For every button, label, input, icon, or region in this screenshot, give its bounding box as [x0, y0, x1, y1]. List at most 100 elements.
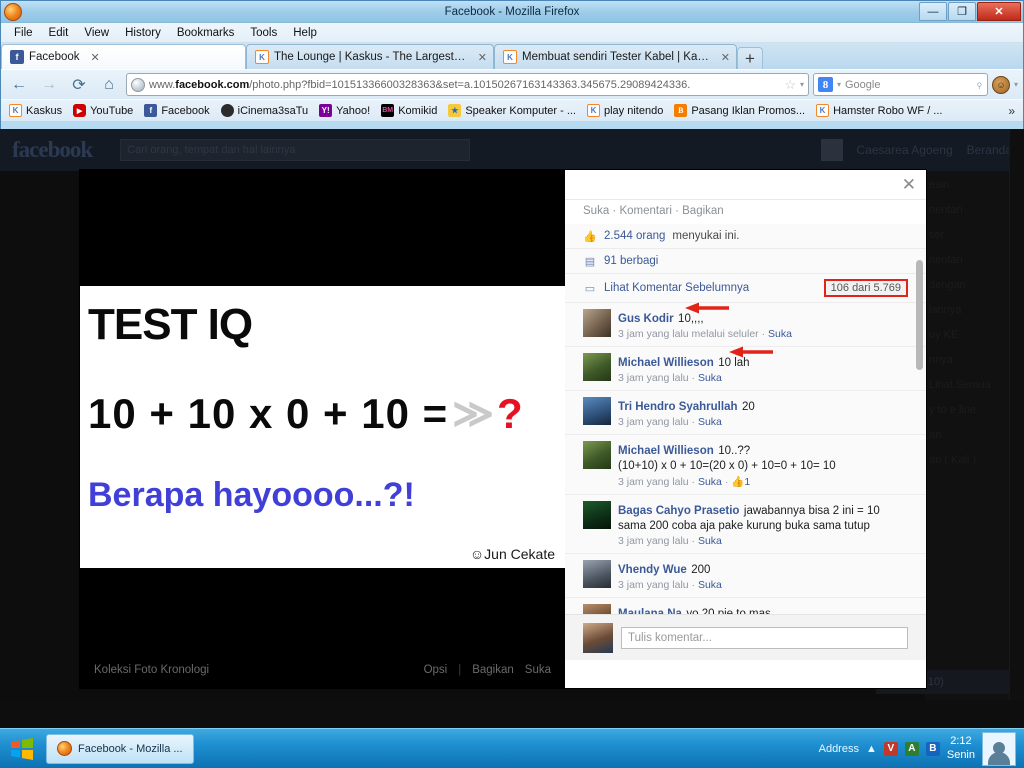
identity-avatar-icon[interactable]: ☺ — [991, 75, 1010, 94]
facebook-search-input[interactable]: Cari orang, tempat dan hal lainnya — [120, 139, 471, 161]
toolbar-overflow-icon[interactable]: ▾ — [1014, 80, 1018, 89]
bookmark-icinema3satu[interactable]: iCinema3saTu — [217, 103, 313, 118]
user-avatar-tile[interactable] — [982, 731, 1016, 766]
avatar[interactable] — [583, 500, 611, 529]
new-tab-button[interactable]: + — [737, 47, 763, 69]
search-input[interactable]: Google — [845, 79, 972, 91]
taskbar-clock[interactable]: 2:12 Senin — [947, 735, 975, 763]
likes-count-row[interactable]: 👍 2.544 orang menyukai ini. — [565, 224, 926, 249]
avatar[interactable] — [583, 353, 611, 381]
meta-dot: · — [691, 372, 696, 384]
page-scrollbar[interactable] — [1009, 129, 1024, 700]
forward-arrow-icon[interactable]: → — [36, 73, 62, 97]
facebook-favicon-icon: f — [10, 50, 24, 64]
comments-scrollbar-thumb[interactable] — [916, 260, 923, 370]
facebook-user-name[interactable]: Caesarea Agoeng — [857, 143, 953, 157]
start-button[interactable] — [4, 732, 40, 766]
browser-viewport: facebook Cari orang, tempat dan hal lain… — [0, 129, 1024, 700]
comment-author-name[interactable]: Tri Hendro Syahrullah — [618, 401, 738, 413]
google-icon[interactable]: 8 — [817, 77, 833, 92]
comment-compose-row: Tulis komentar... — [565, 614, 926, 660]
bookmark-star-icon[interactable]: ☆ — [784, 77, 796, 93]
tab-kaskus-tester-kabel[interactable]: K Membuat sendiri Tester Kabel | Kaskus … — [494, 44, 737, 69]
bookmarks-overflow-icon[interactable]: » — [1008, 104, 1019, 118]
comment-input[interactable]: Tulis komentar... — [621, 626, 908, 649]
menu-tools[interactable]: Tools — [243, 25, 284, 41]
avatar[interactable] — [583, 397, 611, 425]
facebook-home-link[interactable]: Beranda — [967, 143, 1012, 157]
back-arrow-icon[interactable]: ← — [6, 73, 32, 97]
avatar[interactable] — [820, 139, 843, 161]
bookmark-facebook[interactable]: f Facebook — [140, 103, 213, 118]
bookmark-hamster-robo[interactable]: K Hamster Robo WF / ... — [812, 103, 946, 118]
comment-body: Tri Hendro Syahrullah 20 3 jam yang lalu… — [618, 397, 908, 428]
comment-action[interactable]: Komentari — [619, 205, 671, 217]
menu-bookmarks[interactable]: Bookmarks — [170, 25, 242, 41]
tab-kaskus-lounge[interactable]: K The Lounge | Kaskus - The Largest Ind.… — [246, 44, 494, 69]
taskbar-item-firefox[interactable]: Facebook - Mozilla ... — [46, 733, 194, 764]
antivirus-icon[interactable]: V — [883, 741, 898, 756]
search-icon[interactable]: ⌕ — [972, 77, 987, 92]
comment-like-link[interactable]: Suka — [768, 328, 792, 340]
meta-dot: · — [691, 475, 696, 488]
comment-author-name[interactable]: Gus Kodir — [618, 313, 674, 325]
comments-scroll-area[interactable]: 👍 2.544 orang menyukai ini. ▤ 91 berbagi… — [565, 224, 926, 614]
photo-image[interactable]: TEST IQ 10 + 10 x 0 + 10 = ≫ ? Berapa ha… — [80, 280, 565, 568]
comment-like-link[interactable]: Suka — [698, 535, 722, 547]
comment-like-link[interactable]: Suka — [698, 372, 722, 384]
tab-close-icon[interactable]: ✕ — [478, 51, 487, 64]
avatar[interactable] — [583, 603, 611, 614]
tray-expand-icon[interactable]: ▲ — [866, 743, 877, 755]
menu-help[interactable]: Help — [286, 25, 324, 41]
chevron-down-icon[interactable]: ▾ — [837, 80, 841, 89]
right-col-line: nentari — [929, 204, 963, 216]
comment-author-name[interactable]: Vhendy Wue — [618, 564, 687, 576]
view-previous-comments-row[interactable]: ▭ Lihat Komentar Sebelumnya 106 dari 5.7… — [565, 274, 926, 303]
comment-author-name[interactable]: Michael Willieson — [618, 357, 714, 369]
right-col-line: esin — [929, 179, 950, 191]
comment-author-name[interactable]: Michael Willieson — [618, 445, 714, 457]
shares-count-row[interactable]: ▤ 91 berbagi — [565, 249, 926, 274]
reload-icon[interactable]: ⟳ — [66, 73, 92, 97]
menu-file[interactable]: File — [7, 25, 40, 41]
bookmark-komikid[interactable]: BM Komikid — [377, 103, 441, 118]
bookmark-play-nitendo[interactable]: K play nitendo — [583, 103, 667, 118]
bookmark-kaskus[interactable]: K Kaskus — [5, 103, 66, 118]
options-button[interactable]: Opsi — [424, 664, 448, 676]
menu-view[interactable]: View — [77, 25, 116, 41]
bookmark-youtube[interactable]: YouTube — [69, 103, 137, 118]
album-name-link[interactable]: Koleksi Foto Kronologi — [94, 664, 209, 676]
comment-like-link[interactable]: Suka — [698, 416, 722, 428]
avatar[interactable] — [583, 309, 611, 337]
avatar[interactable] — [583, 441, 611, 469]
meme-question-mark: ? — [497, 390, 524, 437]
share-action[interactable]: Bagikan — [682, 205, 724, 217]
avatar[interactable] — [583, 559, 611, 588]
tab-close-icon[interactable]: ✕ — [721, 51, 730, 64]
address-bar[interactable]: www.facebook.com/photo.php?fbid=10151336… — [126, 73, 809, 96]
share-button[interactable]: Bagikan — [472, 664, 514, 676]
comment-like-link[interactable]: Suka — [698, 476, 722, 488]
bluetooth-icon[interactable]: B — [925, 741, 940, 756]
bookmark-speaker-komputer[interactable]: ★ Speaker Komputer - ... — [444, 103, 580, 118]
tab-close-icon[interactable]: ✕ — [91, 51, 100, 64]
like-action[interactable]: Suka — [583, 205, 609, 217]
comment-author-name[interactable]: Bagas Cahyo Prasetio — [618, 505, 739, 517]
home-icon[interactable]: ⌂ — [96, 73, 122, 97]
bookmark-pasang-iklan[interactable]: B Pasang Iklan Promos... — [670, 103, 809, 118]
like-button[interactable]: Suka — [525, 664, 551, 676]
network-icon[interactable]: A — [904, 741, 919, 756]
avatar[interactable] — [583, 622, 613, 653]
comment-like-link[interactable]: Suka — [698, 579, 722, 591]
search-bar[interactable]: 8 ▾ Google ⌕ — [812, 73, 988, 96]
view-previous-comments-label[interactable]: Lihat Komentar Sebelumnya — [604, 282, 749, 294]
tab-facebook[interactable]: f Facebook ✕ — [1, 44, 246, 69]
menu-edit[interactable]: Edit — [42, 25, 76, 41]
menu-history[interactable]: History — [118, 25, 168, 41]
meta-dot: · — [691, 534, 696, 547]
chevron-down-icon[interactable]: ▾ — [800, 80, 804, 89]
close-icon[interactable]: ✕ — [902, 175, 916, 195]
facebook-wordmark-logo[interactable]: facebook — [12, 137, 93, 163]
comment-author-name[interactable]: Maulana Na — [618, 608, 682, 614]
bookmark-yahoo[interactable]: Y! Yahoo! — [315, 103, 374, 118]
